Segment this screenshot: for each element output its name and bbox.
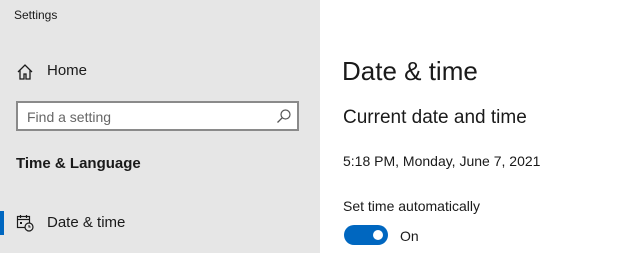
sidebar-item-date-time[interactable]: Date & time bbox=[0, 203, 320, 241]
main-content: Date & time Current date and time 5:18 P… bbox=[320, 0, 621, 253]
sidebar: Settings Home Time & Language bbox=[0, 0, 320, 253]
current-datetime-value: 5:18 PM, Monday, June 7, 2021 bbox=[343, 153, 541, 169]
calendar-clock-icon bbox=[16, 214, 34, 232]
search-icon[interactable] bbox=[276, 108, 292, 124]
toggle-state-label: On bbox=[400, 228, 419, 244]
set-time-automatically-toggle[interactable] bbox=[344, 225, 388, 245]
page-title: Date & time bbox=[342, 56, 478, 86]
toggle-knob bbox=[373, 230, 383, 240]
set-time-automatically-label: Set time automatically bbox=[343, 198, 480, 214]
selected-indicator bbox=[0, 211, 4, 235]
current-date-time-heading: Current date and time bbox=[343, 107, 527, 128]
sidebar-item-label: Home bbox=[47, 62, 88, 79]
search-input[interactable] bbox=[27, 107, 267, 127]
section-title: Time & Language bbox=[16, 155, 141, 172]
app-title: Settings bbox=[14, 8, 58, 22]
search-box[interactable] bbox=[16, 101, 299, 131]
sidebar-item-home[interactable]: Home bbox=[0, 52, 320, 90]
home-icon bbox=[16, 63, 34, 81]
sidebar-item-label: Date & time bbox=[47, 214, 126, 231]
